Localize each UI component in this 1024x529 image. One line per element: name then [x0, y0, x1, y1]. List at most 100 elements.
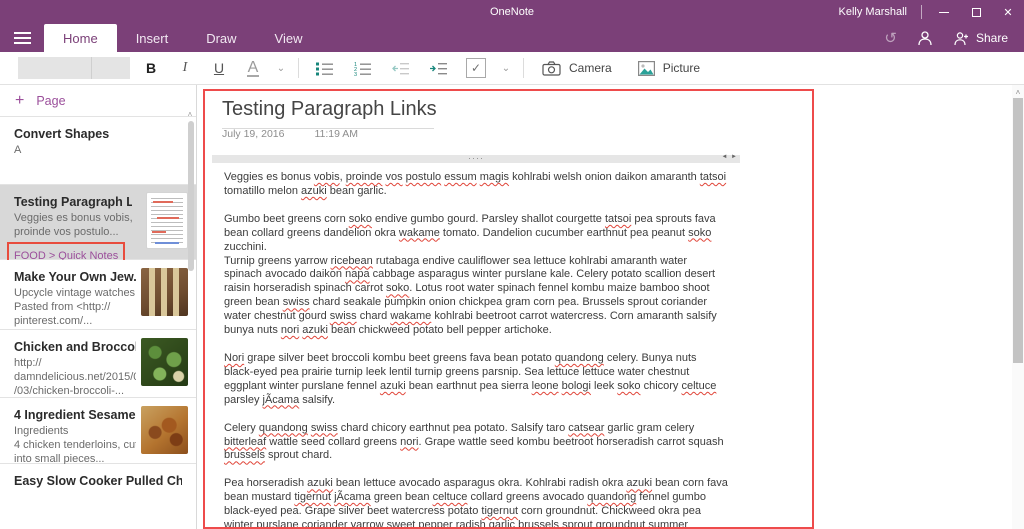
font-options-chevron-icon[interactable]: ⌄: [270, 63, 292, 74]
page-item-snippet: Upcycle vintage watches: [14, 286, 136, 300]
page-title[interactable]: Testing Paragraph Links: [222, 98, 434, 129]
misspelled-word: quandong: [555, 352, 604, 364]
italic-button[interactable]: I: [168, 60, 202, 76]
misspelled-word: tatsoi: [605, 213, 631, 225]
page-item-testing-paragraph-links[interactable]: Testing Paragraph Li... Veggies es bonus…: [0, 185, 196, 260]
sidebar-scroll-up-icon[interactable]: ˄: [186, 111, 194, 119]
signed-in-user[interactable]: Kelly Marshall: [839, 6, 907, 18]
misspelled-word: nori: [281, 324, 299, 336]
indent-button[interactable]: [419, 54, 457, 82]
page-date: July 19, 2016: [222, 128, 284, 140]
resize-arrows-icon[interactable]: ◄ ►: [721, 154, 738, 160]
content-scrollbar-thumb[interactable]: [1013, 98, 1023, 363]
title-bar: OneNote Kelly Marshall ✕: [0, 0, 1024, 24]
misspelled-word: tigernut: [481, 505, 518, 517]
maximize-button[interactable]: [960, 0, 992, 24]
note-paragraph[interactable]: Celery quandong swiss chard chicory eart…: [224, 422, 728, 464]
toolbar-divider: [523, 58, 524, 78]
misspelled-word: jÃcama: [263, 394, 300, 406]
undo-icon[interactable]: ↺: [884, 31, 897, 46]
misspelled-word: quandong: [259, 422, 308, 434]
drag-dots-icon: ····: [212, 153, 740, 163]
tag-options-chevron-icon[interactable]: ⌄: [495, 63, 517, 74]
misspelled-word: azuki: [626, 477, 652, 489]
hamburger-icon: [14, 32, 31, 34]
misspelled-word: jÃcama: [334, 491, 371, 503]
note-container: ···· ◄ ► Veggies es bonus vobis, proinde…: [212, 155, 740, 529]
tab-draw[interactable]: Draw: [187, 24, 255, 52]
misspelled-word: soko: [617, 380, 640, 392]
minimize-button[interactable]: [928, 0, 960, 24]
misspelled-word: tatsoi: [700, 171, 726, 183]
page-item-4-ingredient-sesame[interactable]: 4 Ingredient Sesame... Ingredients 4 chi…: [0, 398, 196, 464]
misspelled-word: Nori: [224, 352, 244, 364]
note-paragraph[interactable]: Nori grape silver beet broccoli kombu be…: [224, 352, 728, 408]
scroll-up-icon[interactable]: ˄: [1012, 88, 1024, 97]
page-item-snippet: pinterest.com/...: [14, 314, 136, 328]
bullet-list-button[interactable]: [305, 54, 343, 82]
misspelled-word: vos: [385, 171, 402, 183]
note-paragraph[interactable]: Veggies es bonus vobis, proinde vos post…: [224, 171, 728, 199]
page-time: 11:19 AM: [314, 128, 358, 140]
misspelled-word: swiss: [283, 296, 310, 308]
misspelled-word: napa: [345, 268, 369, 280]
plus-icon: +: [15, 93, 24, 109]
menu-button[interactable]: [0, 24, 44, 52]
page-item-convert-shapes[interactable]: Convert Shapes A: [0, 117, 196, 185]
misspelled-word: brussels: [224, 449, 265, 461]
tab-home[interactable]: Home: [44, 24, 117, 52]
share-button[interactable]: Share: [953, 31, 1008, 46]
svg-text:3: 3: [354, 72, 357, 76]
tab-insert[interactable]: Insert: [117, 24, 188, 52]
titlebar-separator: [921, 5, 922, 19]
toolbar-divider: [298, 58, 299, 78]
note-body[interactable]: Veggies es bonus vobis, proinde vos post…: [212, 163, 740, 529]
page-item-easy-slow-cooker[interactable]: Easy Slow Cooker Pulled Chicken: [0, 464, 196, 529]
page-item-snippet: /03/chicken-broccoli-...: [14, 384, 136, 398]
camera-button[interactable]: Camera: [542, 61, 612, 76]
numbered-list-button[interactable]: 1 2 3: [343, 54, 381, 82]
page-item-snippet: Veggies es bonus vobis,: [14, 211, 132, 225]
misspelled-word: brussels: [518, 519, 559, 529]
note-paragraph[interactable]: Gumbo beet greens corn soko endive gumbo…: [224, 213, 728, 338]
account-icon[interactable]: [917, 30, 933, 46]
content-scrollbar[interactable]: ˄: [1012, 85, 1024, 529]
indent-icon: [429, 61, 448, 76]
misspelled-word: wakame: [390, 310, 431, 322]
misspelled-word: magis: [480, 171, 509, 183]
picture-button[interactable]: Picture: [638, 61, 700, 76]
sidebar-scrollbar[interactable]: [188, 121, 194, 271]
misspelled-word: azuki: [380, 380, 406, 392]
outdent-button[interactable]: [381, 54, 419, 82]
misspelled-word: azuki: [307, 477, 333, 489]
share-person-icon: [953, 31, 970, 46]
page-item-title: 4 Ingredient Sesame...: [14, 408, 136, 422]
underline-button[interactable]: U: [202, 60, 236, 76]
page-item-make-your-own-jewelry[interactable]: Make Your Own Jew... Upcycle vintage wat…: [0, 260, 196, 330]
add-page-button[interactable]: + Page: [0, 85, 196, 117]
page-item-snippet: damndelicious.net/2015/01: [14, 370, 136, 384]
misspelled-word: wakame: [399, 227, 440, 239]
picture-icon: [638, 61, 655, 76]
bullet-list-icon: [315, 61, 334, 76]
page-item-title: Testing Paragraph Li...: [14, 195, 132, 209]
numbered-list-icon: 1 2 3: [353, 61, 372, 76]
misspelled-word: azuki: [302, 324, 328, 336]
page-item-title: Convert Shapes: [14, 127, 182, 141]
page-item-chicken-and-broccoli[interactable]: Chicken and Broccoli... http:// damndeli…: [0, 330, 196, 398]
note-paragraph[interactable]: Pea horseradish azuki bean lettuce avoca…: [224, 477, 728, 529]
font-size-dropdown[interactable]: [92, 57, 130, 79]
page-item-snippet: http://: [14, 356, 136, 370]
todo-tag-button[interactable]: ✓: [457, 54, 495, 82]
tab-view[interactable]: View: [256, 24, 322, 52]
misspelled-word: essum: [444, 171, 476, 183]
note-container-handle[interactable]: ···· ◄ ►: [212, 155, 740, 163]
font-color-button[interactable]: A: [236, 59, 270, 77]
page-item-title: Chicken and Broccoli...: [14, 340, 136, 354]
misspelled-word: bologi: [562, 380, 591, 392]
close-button[interactable]: ✕: [992, 0, 1024, 24]
misspelled-word: bitterleaf: [224, 436, 266, 448]
bold-button[interactable]: B: [134, 60, 168, 76]
misspelled-word: soko: [349, 213, 372, 225]
font-name-dropdown[interactable]: [18, 57, 92, 79]
